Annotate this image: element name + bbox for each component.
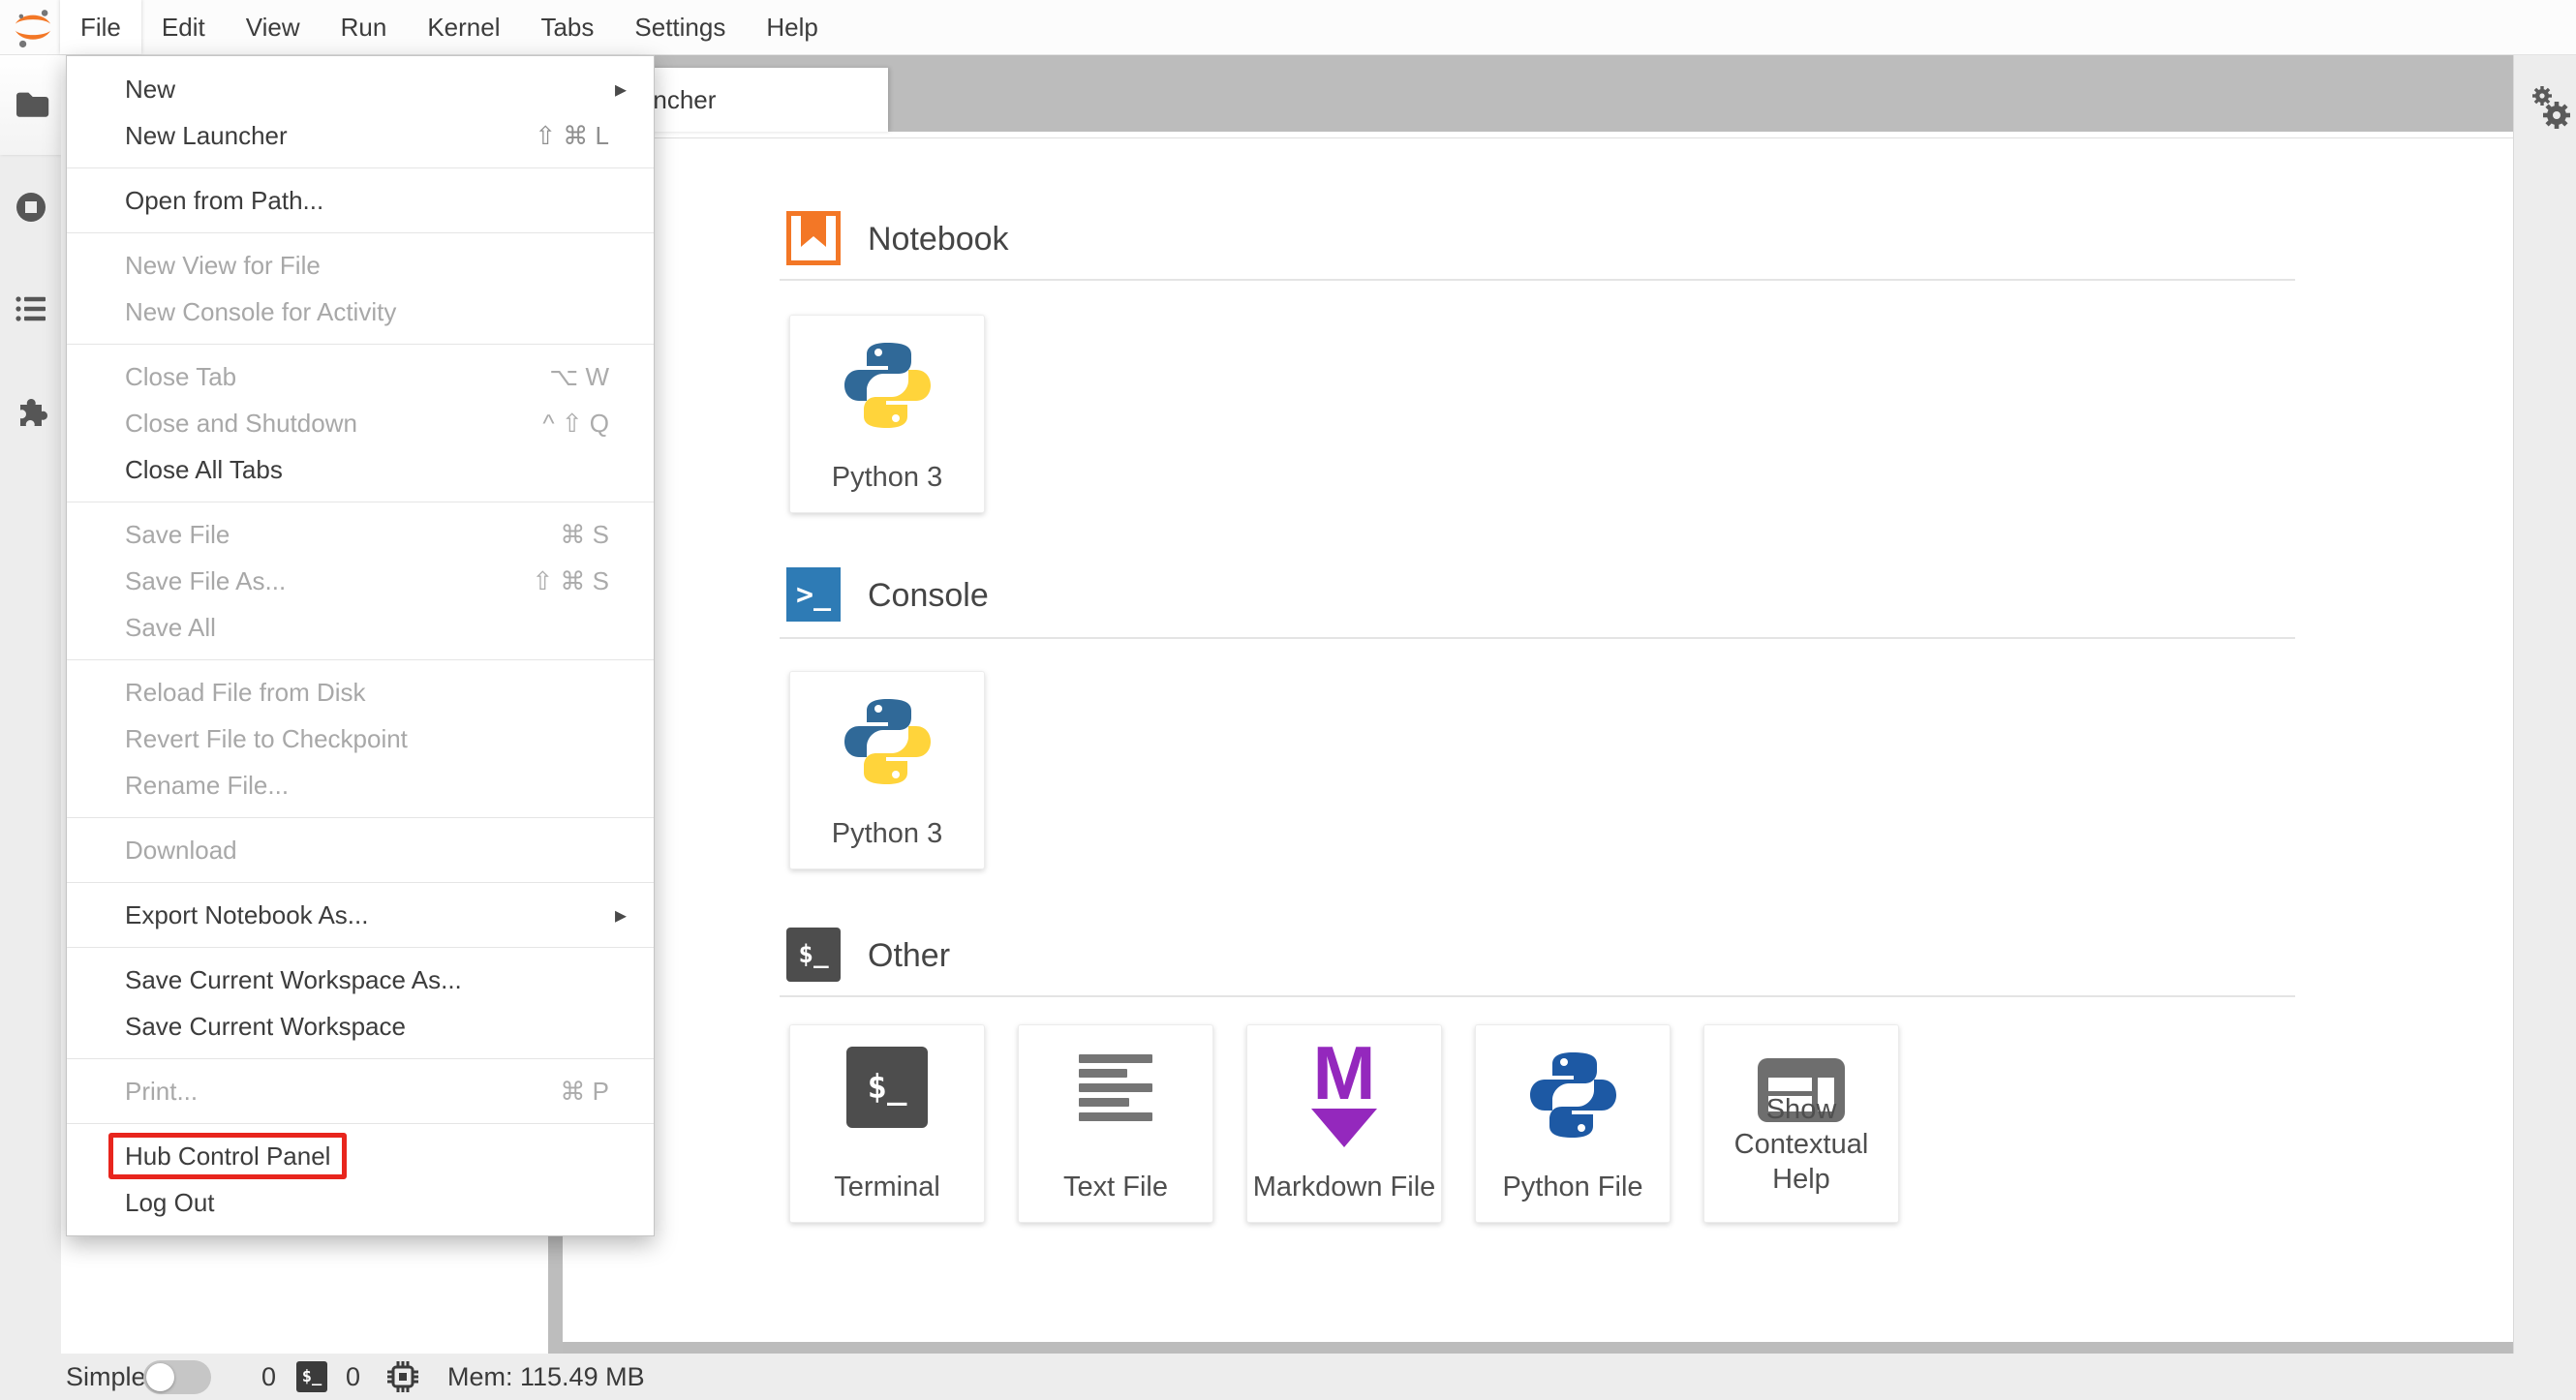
launcher-card-text-file[interactable]: Text File <box>1018 1024 1213 1223</box>
menu-item-save-all: Save All <box>67 604 654 651</box>
menu-item-new[interactable]: New ▸ <box>67 66 654 112</box>
menu-item-close-all-tabs[interactable]: Close All Tabs <box>67 446 654 493</box>
text-file-icon <box>1077 1054 1154 1129</box>
menu-item-rename-file: Rename File... <box>67 762 654 808</box>
menu-divider <box>67 232 654 233</box>
menu-divider <box>67 1058 654 1059</box>
menubar-item-view[interactable]: View <box>226 0 321 54</box>
menu-divider <box>67 659 654 660</box>
sidebar-item-running-sessions[interactable] <box>13 189 49 226</box>
card-label: Python File <box>1476 1170 1670 1204</box>
menu-item-download: Download <box>67 827 654 873</box>
simple-mode-toggle[interactable] <box>143 1360 211 1394</box>
launcher-section-title-other: Other <box>868 928 950 982</box>
sidebar-item-table-of-contents[interactable] <box>13 290 49 327</box>
menubar-item-run[interactable]: Run <box>321 0 408 54</box>
menubar-item-edit[interactable]: Edit <box>141 0 226 54</box>
menu-divider <box>67 882 654 883</box>
markdown-icon: M <box>1311 1039 1377 1147</box>
menu-divider <box>67 167 654 168</box>
launcher-card-console-python3[interactable]: Python 3 <box>789 671 985 869</box>
menu-item-save-file: Save File ⌘ S <box>67 511 654 558</box>
launcher-card-show-contextual-help[interactable]: Show Contextual Help <box>1703 1024 1899 1223</box>
dock-bottom-border <box>563 1342 2513 1354</box>
jupyterlab-window: Launcher Notebook Python 3 >_ Console <box>0 0 2576 1400</box>
launcher-card-python-file[interactable]: Python File <box>1475 1024 1671 1223</box>
menu-divider <box>67 1123 654 1124</box>
menubar-item-settings[interactable]: Settings <box>614 0 746 54</box>
launcher-section-title-console: Console <box>868 567 989 622</box>
tab-bar-underline <box>563 132 2513 138</box>
menu-item-save-current-workspace[interactable]: Save Current Workspace <box>67 1003 654 1050</box>
submenu-arrow-icon: ▸ <box>615 901 627 929</box>
menu-item-reload-file-from-disk: Reload File from Disk <box>67 669 654 715</box>
menubar-items: File Edit View Run Kernel Tabs Settings … <box>60 0 839 54</box>
python-icon <box>839 693 935 795</box>
puzzle-icon <box>13 394 49 431</box>
file-menu-dropdown: New ▸ New Launcher ⇧ ⌘ L Open from Path.… <box>66 55 655 1236</box>
submenu-arrow-icon: ▸ <box>615 76 627 104</box>
terminal-icon: $_ <box>846 1047 928 1128</box>
card-label: Show Contextual Help <box>1704 1092 1898 1197</box>
right-sidebar <box>2513 54 2576 1354</box>
card-label: Python 3 <box>790 816 984 851</box>
card-label: Python 3 <box>790 460 984 495</box>
menu-item-new-console-for-activity: New Console for Activity <box>67 289 654 335</box>
menu-divider <box>67 947 654 948</box>
card-label: Markdown File <box>1247 1170 1441 1204</box>
menu-item-new-launcher[interactable]: New Launcher ⇧ ⌘ L <box>67 112 654 159</box>
property-inspector-gears-icon[interactable] <box>2530 85 2572 135</box>
launcher-card-terminal[interactable]: $_ Terminal <box>789 1024 985 1223</box>
status-bar: Simple 0 $_ 0 Mem: 115.49 MB <box>0 1354 2576 1400</box>
menu-item-print: Print... ⌘ P <box>67 1068 654 1114</box>
stop-circle-icon <box>13 189 49 226</box>
menu-bar: File Edit View Run Kernel Tabs Settings … <box>0 0 2576 55</box>
menu-item-log-out[interactable]: Log Out <box>67 1179 654 1226</box>
terminals-count: 0 <box>261 1354 276 1400</box>
list-icon <box>13 290 49 327</box>
menu-divider <box>67 817 654 818</box>
notebook-icon <box>786 211 841 265</box>
card-label: Text File <box>1019 1170 1212 1204</box>
menu-item-new-view-for-file: New View for File <box>67 242 654 289</box>
launcher-card-markdown-file[interactable]: M Markdown File <box>1246 1024 1442 1223</box>
menu-item-close-and-shutdown: Close and Shutdown ^ ⇧ Q <box>67 400 654 446</box>
menu-item-hub-control-panel[interactable]: Hub Control Panel <box>67 1133 654 1179</box>
launcher-section-title-notebook: Notebook <box>868 211 1009 265</box>
markdown-letter: M <box>1311 1039 1377 1107</box>
simple-mode-label: Simple <box>66 1354 146 1400</box>
left-sidebar <box>0 54 62 1354</box>
jupyter-logo <box>8 5 58 56</box>
section-divider <box>780 279 2295 281</box>
section-divider <box>780 995 2295 997</box>
terminal-icon: $_ <box>786 928 841 982</box>
sidebar-item-extensions[interactable] <box>13 394 49 431</box>
menu-item-export-notebook-as[interactable]: Export Notebook As... ▸ <box>67 892 654 938</box>
kernels-count: 0 <box>346 1354 360 1400</box>
menubar-item-kernel[interactable]: Kernel <box>407 0 520 54</box>
menu-item-close-tab: Close Tab ⌥ W <box>67 353 654 400</box>
menubar-item-file[interactable]: File <box>60 0 141 54</box>
kernel-chip-icon[interactable] <box>385 1359 420 1400</box>
launcher-card-notebook-python3[interactable]: Python 3 <box>789 315 985 513</box>
menubar-item-tabs[interactable]: Tabs <box>520 0 614 54</box>
annotation-highlight-box: Hub Control Panel <box>108 1133 347 1179</box>
folder-icon <box>13 85 49 122</box>
memory-usage: Mem: 115.49 MB <box>447 1354 645 1400</box>
menu-item-save-current-workspace-as[interactable]: Save Current Workspace As... <box>67 957 654 1003</box>
python-icon <box>839 337 935 439</box>
sidebar-item-file-browser[interactable] <box>13 85 49 122</box>
toggle-knob <box>146 1363 174 1391</box>
menubar-item-help[interactable]: Help <box>746 0 838 54</box>
menu-item-revert-file-to-checkpoint: Revert File to Checkpoint <box>67 715 654 762</box>
card-label: Terminal <box>790 1170 984 1204</box>
menu-divider <box>67 344 654 345</box>
python-file-icon <box>1524 1047 1621 1148</box>
console-icon: >_ <box>786 567 841 622</box>
section-divider <box>780 637 2295 639</box>
menu-item-save-file-as: Save File As... ⇧ ⌘ S <box>67 558 654 604</box>
menu-item-open-from-path[interactable]: Open from Path... <box>67 177 654 224</box>
terminal-icon[interactable]: $_ <box>296 1361 327 1392</box>
